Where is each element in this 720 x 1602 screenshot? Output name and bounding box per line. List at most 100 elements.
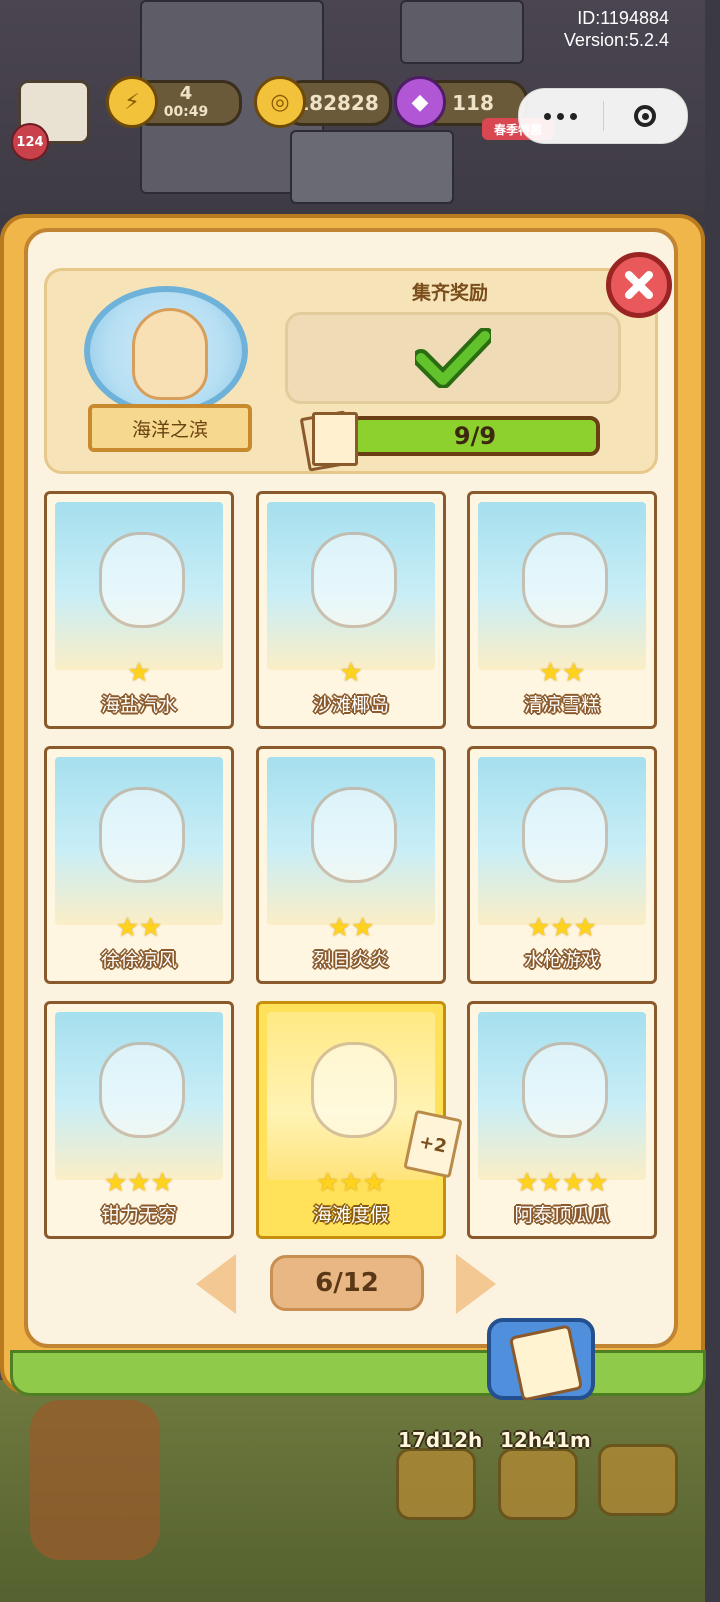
card-name: 钳力无穷 [100,1204,177,1226]
card-name: 水枪游戏 [523,949,600,971]
star-icon: ★ [573,913,597,943]
card-name: 徐徐凉风 [100,949,177,971]
star-icon: ★ [127,658,151,688]
album-book-spine [10,1350,706,1396]
star-icon: ★ [316,1168,340,1198]
album-shortcut-button[interactable] [487,1318,595,1402]
album-event-button[interactable] [498,1448,578,1520]
coin-icon: ◎ [254,76,306,128]
photo-card-icon [508,1324,584,1402]
card-name: 清凉雪糕 [523,694,600,716]
star-icon: ★ [550,913,574,943]
card-stars: ★ ★ ★ [470,915,654,941]
collection-card[interactable]: ★ 海盐汽水 [44,491,234,729]
star-icon: ★ [339,1168,363,1198]
star-icon: ★ [362,1168,386,1198]
star-icon: ★ [115,913,139,943]
collection-card[interactable]: ★ ★ 徐徐凉风 [44,746,234,984]
star-icon: ★ [527,913,551,943]
user-id-text: ID:1194884 [577,8,669,28]
mini-program-capsule [518,88,688,144]
card-illustration-icon [311,532,397,628]
background-building [290,130,454,204]
lightning-icon: ⚡ [106,76,158,128]
card-artwork [55,502,223,670]
card-stars: ★ ★ [470,660,654,686]
card-stars: ★ ★ ★ [47,1170,231,1196]
reward-claimed-box [285,312,621,404]
gem-icon: ◆ [394,76,446,128]
background-building [400,0,524,64]
reward-title: 集齐奖励 [411,282,488,304]
close-program-button[interactable] [604,105,688,127]
star-icon: ★ [139,913,163,943]
star-icon: ★ [339,658,363,688]
collection-badge-name: 海洋之滨 [88,404,252,452]
collection-card[interactable]: ★ ★ ★ 海滩度假 +2 [256,1001,463,1239]
card-illustration-icon [522,532,608,628]
card-name: 沙滩椰岛 [312,694,389,716]
card-artwork [267,502,435,670]
prev-page-arrow-icon[interactable] [196,1254,236,1314]
card-artwork [55,757,223,925]
more-dots-icon[interactable] [519,112,603,120]
collection-card[interactable]: ★ 沙滩椰岛 [256,491,446,729]
lightning-action-icon[interactable] [30,1400,160,1560]
close-x-icon [625,271,653,299]
collection-progress-text: 9/9 [453,422,497,450]
card-illustration-icon [311,787,397,883]
target-circle-icon [634,105,657,127]
player-portrait[interactable]: 124 [11,80,90,161]
energy-timer: 00:49 [163,104,209,120]
card-illustration-icon [99,532,185,628]
card-illustration-icon [311,1042,397,1138]
collection-card[interactable]: ★ ★ 清凉雪糕 [467,491,657,729]
card-name: 海盐汽水 [100,694,177,716]
star-icon: ★ [585,1168,609,1198]
card-illustration-icon [522,787,608,883]
flower-event-button[interactable] [396,1448,476,1520]
version-text: Version:5.2.4 [563,30,669,50]
star-icon: ★ [515,1168,539,1198]
checkmark-icon [415,328,491,388]
next-page-arrow-icon[interactable] [456,1254,496,1314]
collection-progress-bar: 9/9 [350,416,600,456]
event-timer-right: 12h41m [500,1428,591,1452]
level-badge: 124 [11,123,49,161]
star-icon: ★ [327,913,351,943]
collection-card[interactable]: ★ ★ ★ 钳力无穷 [44,1001,234,1239]
star-icon: ★ [562,658,586,688]
card-name: 海滩度假 [312,1204,389,1226]
card-name: 阿泰顶瓜瓜 [514,1204,610,1226]
card-stack-icon [299,410,358,472]
card-illustration-icon [99,787,185,883]
close-button[interactable] [606,252,672,318]
friends-button[interactable] [598,1444,678,1516]
card-stars: ★ [47,660,231,686]
card-artwork [55,1012,223,1180]
card-stars: ★ ★ [47,915,231,941]
energy-value: 4 [179,83,193,104]
card-illustration-icon [522,1042,608,1138]
page-indicator: 6/12 [270,1255,424,1311]
collection-card[interactable]: ★ ★ 烈日炎炎 [256,746,446,984]
card-illustration-icon [99,1042,185,1138]
star-icon: ★ [538,1168,562,1198]
card-stars: ★ ★ ★ ★ [470,1170,654,1196]
card-stars: ★ ★ [259,915,443,941]
star-icon: ★ [104,1168,128,1198]
card-artwork [478,1012,646,1180]
star-icon: ★ [127,1168,151,1198]
ice-cream-duck-icon [132,308,208,400]
card-artwork [478,757,646,925]
card-artwork [267,757,435,925]
card-stars: ★ [259,660,443,686]
event-timer-left: 17d12h [398,1428,483,1452]
star-icon: ★ [538,658,562,688]
star-icon: ★ [351,913,375,943]
card-artwork [478,502,646,670]
collection-card[interactable]: ★ ★ ★ 水枪游戏 [467,746,657,984]
card-name: 烈日炎炎 [312,949,389,971]
collection-card[interactable]: ★ ★ ★ ★ 阿泰顶瓜瓜 [467,1001,657,1239]
star-icon: ★ [562,1168,586,1198]
